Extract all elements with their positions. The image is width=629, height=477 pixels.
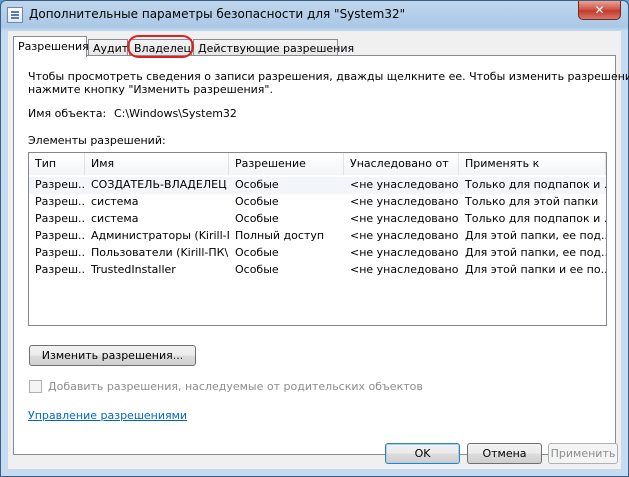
cell-name: TrustedInstaller	[91, 263, 176, 276]
column-header-name[interactable]: Имя	[85, 153, 229, 175]
cell-permission: Полный доступ	[235, 229, 325, 242]
tab-permissions[interactable]: Разрешения	[13, 36, 89, 57]
cell-apply-to: Для этой папки, ее под...	[465, 229, 606, 242]
window-title: Дополнительные параметры безопасности дл…	[29, 7, 406, 21]
inherit-permissions-label: Добавить разрешения, наследуемые от роди…	[48, 380, 423, 393]
window-icon	[7, 7, 23, 23]
cell-name: СОЗДАТЕЛЬ-ВЛАДЕЛЕЦ	[91, 178, 227, 191]
cell-apply-to: Только для подпапок и ...	[465, 212, 606, 225]
cell-inherited-from: <не унаследовано>	[350, 263, 459, 276]
cell-type: Разреш...	[35, 212, 85, 225]
cell-apply-to: Только для подпапок и ...	[465, 178, 606, 191]
column-header-inherited-from[interactable]: Унаследовано от	[344, 153, 459, 175]
info-text-line2: нажмите кнопку "Изменить разрешения".	[28, 83, 273, 96]
manage-permissions-link[interactable]: Управление разрешениями	[28, 409, 187, 422]
column-header-permission[interactable]: Разрешение	[229, 153, 344, 175]
cell-name: Пользователи (Kirill-ПК\...	[91, 246, 229, 259]
cell-permission: Особые	[235, 212, 279, 225]
close-button[interactable]: ✕	[578, 1, 621, 20]
table-row[interactable]: Разреш... Пользователи (Kirill-ПК\... Ос…	[29, 245, 606, 262]
security-dialog-window: Дополнительные параметры безопасности дл…	[0, 0, 629, 477]
table-row[interactable]: Разреш... СОЗДАТЕЛЬ-ВЛАДЕЛЕЦ Особые <не …	[29, 177, 606, 194]
change-permissions-button[interactable]: Изменить разрешения...	[29, 345, 196, 366]
permission-entries-list[interactable]: Тип Имя Разрешение Унаследовано от Приме…	[28, 152, 607, 326]
table-row[interactable]: Разреш... TrustedInstaller Особые <не ун…	[29, 262, 606, 279]
cell-type: Разреш...	[35, 263, 85, 276]
info-text-line1: Чтобы просмотреть сведения о записи разр…	[28, 70, 629, 83]
inherit-permissions-checkbox[interactable]	[29, 380, 42, 393]
cell-inherited-from: <не унаследовано>	[350, 212, 459, 225]
cell-inherited-from: <не унаследовано>	[350, 195, 459, 208]
table-row[interactable]: Разреш... система Особые <не унаследован…	[29, 194, 606, 211]
cell-apply-to: Только для этой папки	[465, 195, 599, 208]
cell-permission: Особые	[235, 263, 279, 276]
column-header-apply-to[interactable]: Применять к	[459, 153, 606, 175]
table-row[interactable]: Разреш... Администраторы (Kirill-П... По…	[29, 228, 606, 245]
cell-type: Разреш...	[35, 229, 85, 242]
cell-permission: Особые	[235, 178, 279, 191]
cancel-button[interactable]: Отмена	[467, 443, 542, 464]
column-header-type[interactable]: Тип	[29, 153, 85, 175]
apply-button[interactable]: Применить	[548, 443, 618, 464]
cell-permission: Особые	[235, 195, 279, 208]
cell-permission: Особые	[235, 246, 279, 259]
permission-entries-label: Элементы разрешений:	[28, 134, 166, 147]
cell-inherited-from: <не унаследовано>	[350, 229, 459, 242]
list-header: Тип Имя Разрешение Унаследовано от Приме…	[29, 153, 606, 175]
cell-inherited-from: <не унаследовано>	[350, 246, 459, 259]
object-name-value: C:\Windows\System32	[114, 107, 237, 120]
dialog-client-area: Разрешения Аудит Владелец Действующие ра…	[8, 31, 629, 469]
cell-type: Разреш...	[35, 178, 85, 191]
title-bar[interactable]: Дополнительные параметры безопасности дл…	[1, 1, 628, 29]
cell-type: Разреш...	[35, 195, 85, 208]
object-name-label: Имя объекта:	[28, 107, 107, 120]
cell-name: система	[91, 195, 139, 208]
table-row[interactable]: Разреш... система Особые <не унаследован…	[29, 211, 606, 228]
permissions-tab-panel: Чтобы просмотреть сведения о записи разр…	[13, 55, 629, 455]
cell-name: система	[91, 212, 139, 225]
cell-type: Разреш...	[35, 246, 85, 259]
ok-button[interactable]: OK	[385, 443, 460, 464]
cell-inherited-from: <не унаследовано>	[350, 178, 459, 191]
cell-name: Администраторы (Kirill-П...	[91, 229, 229, 242]
cell-apply-to: Для этой папки и ее по...	[465, 263, 606, 276]
cell-apply-to: Для этой папки, ее под...	[465, 246, 606, 259]
